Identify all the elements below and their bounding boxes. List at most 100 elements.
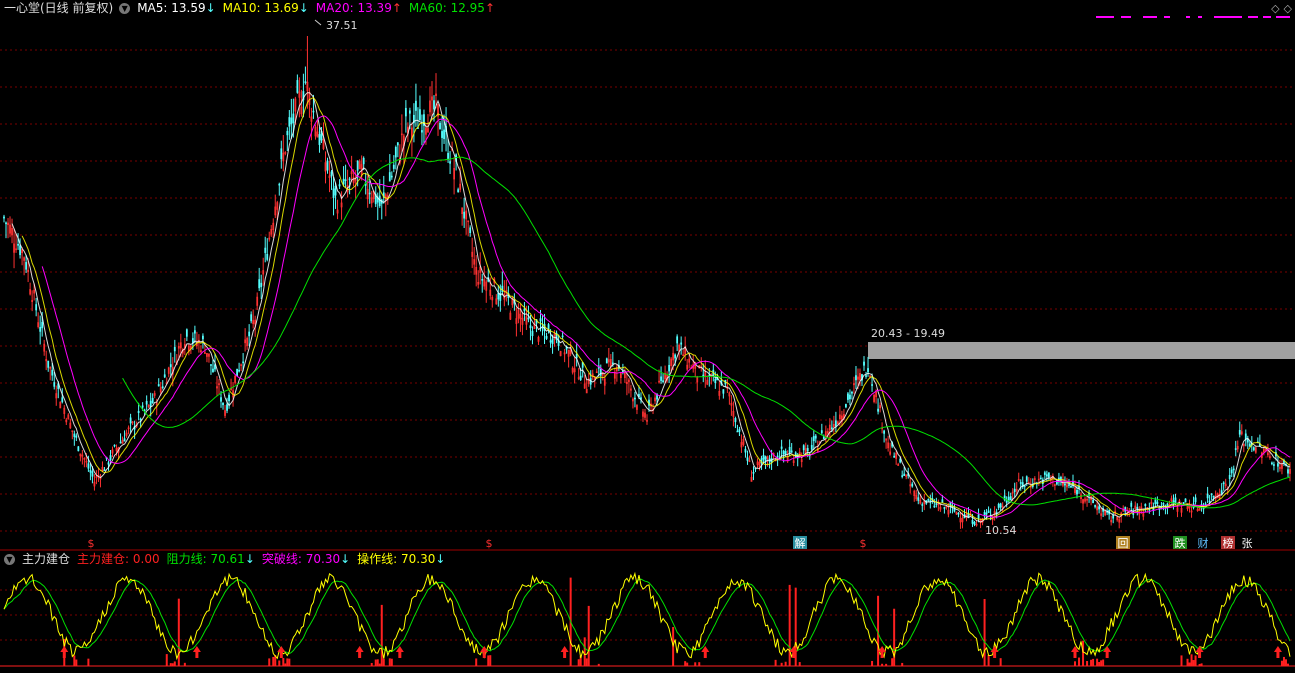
candle-body <box>1092 499 1094 504</box>
candle-body <box>19 245 21 256</box>
status-dash <box>1248 16 1258 18</box>
candle-body <box>149 400 152 407</box>
candle-body <box>1206 493 1209 499</box>
candle-body <box>137 410 140 414</box>
candle-body <box>228 394 230 402</box>
candle-body <box>1043 472 1046 475</box>
candle-body <box>662 380 664 382</box>
build-bar <box>382 658 385 666</box>
signal-marker: 解 <box>795 536 806 550</box>
candle-body <box>776 455 779 458</box>
candle-body <box>481 279 484 281</box>
buy-arrow <box>1103 646 1112 658</box>
build-bar <box>288 658 291 666</box>
status-dash <box>1263 16 1271 18</box>
candle-body <box>935 503 938 505</box>
build-bar <box>1102 659 1105 666</box>
candle-body <box>419 109 421 121</box>
signal-marker: 跌 <box>1175 536 1186 550</box>
moving-averages <box>11 92 1291 523</box>
build-bar <box>983 598 986 666</box>
candle-body <box>1025 476 1028 482</box>
candle-body <box>151 397 154 404</box>
build-bar <box>780 662 783 666</box>
build-bar <box>1282 656 1285 666</box>
build-bar <box>272 656 275 666</box>
candle-body <box>157 384 160 387</box>
candle-body <box>41 321 44 329</box>
build-bar <box>1082 640 1085 666</box>
candle-body <box>258 279 261 289</box>
candle-body <box>185 329 188 337</box>
candle-body <box>1194 497 1197 503</box>
candle-body <box>463 211 466 219</box>
candle-body <box>17 244 19 246</box>
candle-body <box>53 382 56 387</box>
build-bar <box>1190 654 1193 666</box>
candle-body <box>746 457 749 461</box>
low-price-label: 10.54 <box>985 524 1017 537</box>
candle-body <box>145 400 148 405</box>
candle-body <box>113 444 116 447</box>
candle-body <box>318 134 321 145</box>
build-bar <box>286 658 289 666</box>
build-bar <box>380 604 383 666</box>
build-bar <box>1286 663 1289 666</box>
candle-body <box>1271 462 1273 465</box>
candle-body <box>1212 495 1215 498</box>
candle-body <box>1162 503 1165 505</box>
candle-body <box>845 404 847 408</box>
candle-body <box>497 292 500 300</box>
stock-chart-canvas[interactable]: 20.43 - 19.49 37.51 10.54 $ $ 解 $ 回 跌财榜张 <box>0 0 1295 673</box>
signal-marker: $ <box>486 537 493 550</box>
candle-body <box>1210 493 1213 496</box>
candle-body <box>103 469 106 472</box>
candle-body <box>851 391 853 394</box>
signal-marker: $ <box>88 537 95 550</box>
candle-body <box>5 222 7 225</box>
candle-body <box>780 446 783 449</box>
candle-body <box>973 521 976 525</box>
candle-body <box>292 113 295 124</box>
candle-body <box>734 418 737 423</box>
build-bar <box>881 663 884 666</box>
candle-body <box>220 397 222 402</box>
candle-body <box>899 458 902 463</box>
build-bar <box>774 659 777 666</box>
candle-body <box>1130 502 1133 507</box>
candle-body <box>877 408 879 412</box>
candle-body <box>547 324 550 330</box>
build-bar <box>891 658 894 666</box>
candle-body <box>447 152 449 159</box>
build-bar <box>1086 660 1089 666</box>
candle-body <box>1252 447 1255 451</box>
candle-body <box>987 510 990 513</box>
candle-body <box>849 394 851 400</box>
candle-body <box>1136 506 1139 510</box>
build-bar <box>1096 658 1099 666</box>
candle-body <box>439 122 441 130</box>
build-bar <box>1194 655 1197 666</box>
candle-body <box>1228 474 1231 479</box>
candle-body <box>332 188 335 199</box>
candle-body <box>660 376 662 381</box>
candle-body <box>1248 443 1251 447</box>
ma60-line <box>122 156 1291 509</box>
status-dashes <box>1096 16 1290 18</box>
build-bar <box>686 662 689 666</box>
candle-body <box>561 335 564 338</box>
candle-body <box>668 364 671 372</box>
candle-body <box>91 471 94 477</box>
buy-arrow <box>1273 646 1282 658</box>
status-dash <box>1143 16 1157 18</box>
operation-line <box>3 571 1291 661</box>
candle-body <box>77 446 80 452</box>
candle-body <box>531 330 534 337</box>
candle-body <box>847 393 849 400</box>
build-bar <box>798 662 801 666</box>
candle-body <box>834 420 837 427</box>
buy-arrow <box>355 646 364 658</box>
candle-body <box>855 375 857 381</box>
candle-body <box>501 285 504 293</box>
candle-body <box>1045 474 1048 477</box>
